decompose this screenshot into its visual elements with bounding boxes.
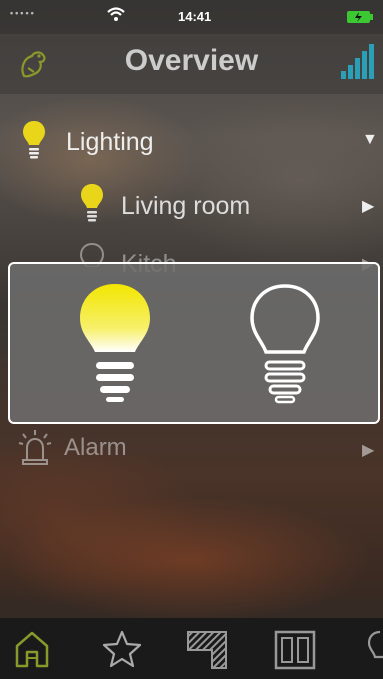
- wifi-icon: [106, 6, 126, 25]
- status-bar: ••••• 14:41: [0, 0, 383, 34]
- status-time: 14:41: [178, 9, 212, 24]
- signal-bars-icon[interactable]: [340, 42, 376, 85]
- battery-icon: [346, 10, 374, 27]
- menu-item-label: Lighting: [66, 128, 154, 156]
- menu-item-label: Living room: [121, 192, 251, 220]
- light-off-button[interactable]: [247, 282, 323, 411]
- lightbulb-icon[interactable]: [367, 630, 383, 673]
- tab-bar: [0, 618, 383, 679]
- menu-item-alarm[interactable]: Alarm ▶: [0, 426, 383, 476]
- lightbulb-icon: [22, 120, 46, 167]
- menu-item-lighting[interactable]: Lighting ▼: [0, 116, 383, 166]
- chevron-right-icon: ▶: [362, 198, 375, 215]
- signal-dots: •••••: [10, 8, 36, 18]
- chevron-down-icon: ▼: [362, 131, 378, 148]
- alarm-bell-icon: [18, 428, 52, 473]
- menu-item-living-room[interactable]: Living room ▶: [0, 180, 383, 230]
- devices-icon[interactable]: [274, 630, 316, 675]
- light-switch-popup: [8, 262, 380, 424]
- page-title: Overview: [124, 44, 259, 77]
- rooms-icon[interactable]: [186, 630, 228, 675]
- home-icon[interactable]: [14, 630, 50, 673]
- star-icon[interactable]: [102, 630, 142, 673]
- app-header: Overview: [0, 34, 383, 94]
- menu-item-label: Alarm: [64, 434, 127, 461]
- lightbulb-icon: [80, 183, 104, 230]
- light-on-button[interactable]: [77, 282, 153, 411]
- chevron-right-icon: ▶: [362, 442, 375, 459]
